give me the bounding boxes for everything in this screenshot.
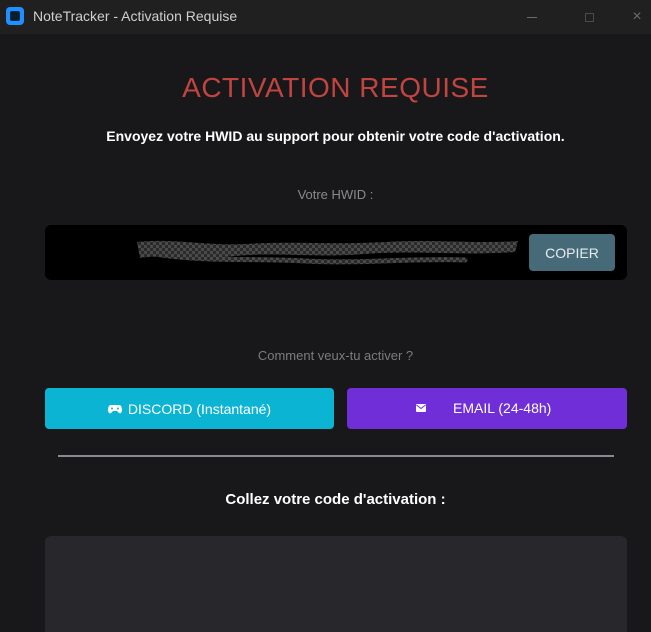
discord-button-label: DISCORD (Instantané) [127, 400, 272, 417]
activation-code-input[interactable] [45, 536, 627, 632]
main-content: ACTIVATION REQUISE Envoyez votre HWID au… [0, 34, 651, 632]
minimize-icon [527, 16, 537, 18]
maximize-button[interactable] [566, 0, 612, 34]
envelope-icon [416, 404, 426, 412]
maximize-icon [584, 12, 594, 22]
section-divider [58, 455, 614, 457]
hwid-label: Votre HWID : [297, 187, 374, 202]
discord-button[interactable]: DISCORD (Instantané) [45, 388, 334, 429]
hwid-field[interactable]: COPIER [45, 225, 627, 280]
gamepad-icon [107, 404, 122, 413]
app-icon [6, 7, 24, 25]
copy-button[interactable]: COPIER [529, 234, 615, 271]
email-button[interactable]: EMAIL (24-48h) [347, 388, 627, 429]
email-button-label: EMAIL (24-48h) [453, 400, 552, 416]
redaction-scribble [137, 240, 518, 265]
instructions-text: Envoyez votre HWID au support pour obten… [106, 128, 565, 144]
activation-code-label: Collez votre code d'activation : [225, 491, 446, 508]
close-button[interactable]: × [614, 0, 651, 34]
minimize-button[interactable] [509, 0, 555, 34]
activation-window: NoteTracker - Activation Requise × ACTIV… [0, 0, 651, 632]
page-title: ACTIVATION REQUISE [182, 72, 489, 103]
title-bar[interactable]: NoteTracker - Activation Requise × [0, 0, 651, 34]
window-title: NoteTracker - Activation Requise [33, 8, 238, 24]
activation-method-label: Comment veux-tu activer ? [257, 348, 414, 363]
close-icon: × [632, 8, 642, 25]
